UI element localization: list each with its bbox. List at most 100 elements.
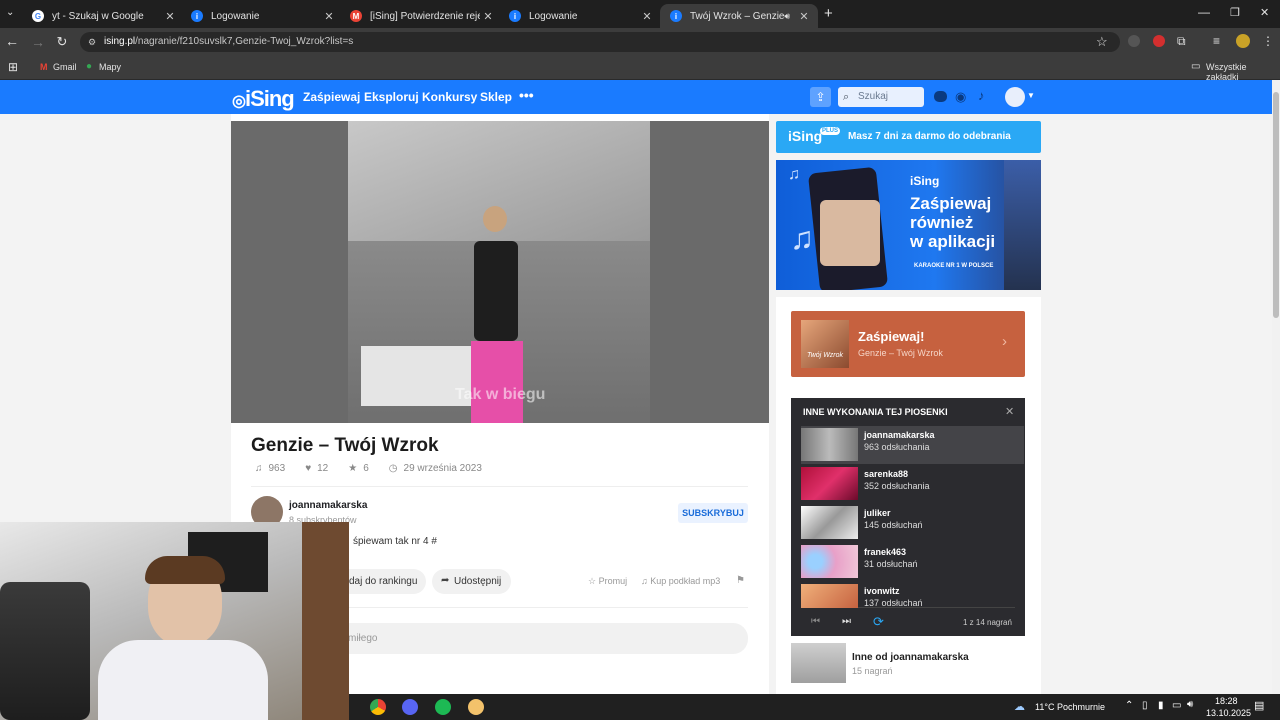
upload-icon[interactable]: ⇪ [810,87,831,107]
close-icon[interactable]: ✕ [321,10,337,23]
new-tab-icon[interactable]: + [824,5,833,22]
promote-link[interactable]: ☆ Promuj [588,576,627,587]
usb-icon[interactable]: ▯ [1142,700,1148,711]
search-input[interactable]: ⌕ Szukaj [838,87,924,107]
menu-icon[interactable]: ⋮ [1262,34,1274,48]
bookmark-gmail[interactable]: Gmail [53,62,77,72]
scrollbar-thumb[interactable] [1273,92,1279,318]
list-item[interactable]: franek463 31 odsłuchań [801,543,1024,581]
tab-current[interactable]: i Twój Wzrok – Genzie w wyk 🔊︎ ✕ [660,4,818,28]
heart-icon[interactable]: ♥ [305,463,311,474]
flag-icon[interactable]: ⚑ [736,575,745,586]
forward-icon[interactable]: → [28,34,48,50]
minimize-icon[interactable]: — [1198,5,1210,19]
list-item[interactable]: joannamakarska 963 odsłuchania [801,426,1024,464]
chevron-up-icon[interactable]: ⌃ [1125,700,1133,711]
volume-icon[interactable]: 🔊︎ [1187,699,1193,710]
chevron-down-icon[interactable]: ▼ [1027,91,1035,100]
nav-contests[interactable]: Konkursy [422,90,477,104]
cloud-icon: ☁ [1014,701,1025,713]
tab-search-icon[interactable]: ⌄ [6,7,14,18]
user-avatar[interactable] [1005,87,1025,107]
bookmark-star-icon[interactable]: ☆ [1096,34,1108,50]
more-title[interactable]: Inne od joannamakarska [852,652,969,663]
close-icon[interactable]: ✕ [639,10,655,23]
next-icon[interactable]: ⏭ [842,616,851,627]
network-icon[interactable]: ▭ [1172,700,1181,711]
share-button[interactable]: ➦ Udostępnij [432,569,511,594]
close-icon[interactable]: ✕ [796,10,812,23]
sing-subtitle: Genzie – Twój Wzrok [858,348,943,358]
back-icon[interactable]: ← [2,33,22,49]
singer-photo [820,200,880,266]
extension-icon[interactable] [1153,35,1165,47]
close-icon[interactable]: ✕ [480,10,496,23]
bell-icon[interactable]: ♪ [978,88,985,103]
tab-google[interactable]: G yt - Szukaj w Google ✕ [22,4,184,28]
media-icon[interactable]: ≡ [1213,34,1220,48]
profile-avatar[interactable] [1236,34,1250,48]
window-close-icon[interactable]: ✕ [1260,6,1269,19]
panel-header: INNE WYKONANIA TEJ PIOSENKI [803,407,948,417]
buy-label: Kup podkład mp3 [650,576,721,586]
nav-explore[interactable]: Eksploruj [364,90,419,104]
all-bookmarks[interactable]: Wszystkie zakładki [1206,62,1280,82]
clock-date[interactable]: 13.10.2025 [1206,708,1251,718]
nav-shop[interactable]: Sklep [480,90,512,104]
list-item[interactable]: juliker 145 odsłuchań [801,504,1024,542]
address-bar[interactable]: ⚙ ising.pl/nagranie/f210suvslk7,Genzie-T… [80,32,1120,52]
apps-icon[interactable]: ⊞ [8,60,18,74]
close-icon[interactable]: ✕ [1005,405,1014,418]
music-note-icon: ♫ [788,166,800,183]
app-icon[interactable] [468,699,484,715]
subscribe-button[interactable]: SUBSKRYBUJ [678,503,748,523]
thumbnail [801,545,858,578]
more-icon[interactable]: ••• [519,87,534,103]
list-item[interactable]: ivonwitz 137 odsłuchań [801,582,1024,608]
song-cover: Twój Wzrok [801,320,849,368]
eye-icon[interactable]: ◉ [955,89,966,105]
clock-time[interactable]: 18:28 [1215,696,1238,706]
restore-icon[interactable]: ❐ [1230,6,1240,19]
tab-login-2[interactable]: i Logowanie ✕ [499,4,661,28]
repeat-icon[interactable]: ⟳ [873,614,884,630]
site-logo[interactable]: ◎iSing [232,86,295,112]
song-date: 29 września 2023 [403,463,482,474]
close-icon[interactable]: ✕ [162,10,178,23]
site-info-icon[interactable]: ⚙ [88,32,96,52]
extension-icon[interactable] [1128,35,1140,47]
list-item[interactable]: sarenka88 352 odsłuchania [801,465,1024,503]
more-thumbnail[interactable] [791,643,846,683]
thumbnail [801,506,858,539]
tab-title: [iSing] Potwierdzenie rejestracji [370,10,480,22]
author-name[interactable]: joannamakarska [289,500,367,511]
previous-icon[interactable]: ⏮ [811,616,820,627]
sing-card[interactable]: Twój Wzrok Zaśpiewaj! Genzie – Twój Wzro… [791,311,1025,377]
nav-sing[interactable]: Zaśpiewaj [303,90,360,104]
extensions-icon[interactable]: ⧉ [1177,34,1186,49]
app-ad-banner[interactable]: ♫ ♫ iSing Zaśpiewaj również w aplikacji … [776,160,1041,290]
stars-count: 6 [363,463,369,474]
tab-login-1[interactable]: i Logowanie ✕ [181,4,343,28]
speaker-icon[interactable]: 🔊︎ [784,11,790,22]
google-icon: G [32,10,44,22]
buy-link[interactable]: ♫ Kup podkład mp3 [641,576,720,586]
mic-icon[interactable]: ▮ [1158,700,1164,711]
notifications-icon[interactable]: ▤ [1254,699,1264,712]
video-caption: Tak w biegu [455,386,546,403]
tab-gmail[interactable]: M [iSing] Potwierdzenie rejestracji ✕ [340,4,502,28]
discord-icon[interactable] [402,699,418,715]
weather-text[interactable]: 11°C Pochmurnie [1035,702,1105,712]
performer-views: 352 odsłuchania [864,481,930,491]
ad-logo: iSing [910,174,940,188]
video-player[interactable]: Tak w biegu [231,121,769,423]
thumbnail [801,584,858,608]
plus-banner[interactable]: iSing PLUS Masz 7 dni za darmo do odebra… [776,121,1041,153]
bookmark-maps[interactable]: Mapy [99,62,121,72]
comment-input[interactable]: miłego [330,623,748,654]
chrome-icon[interactable] [370,699,386,715]
messages-icon[interactable] [934,91,947,102]
star-icon[interactable]: ★ [348,463,357,474]
spotify-icon[interactable] [435,699,451,715]
reload-icon[interactable]: ↻ [52,34,72,50]
